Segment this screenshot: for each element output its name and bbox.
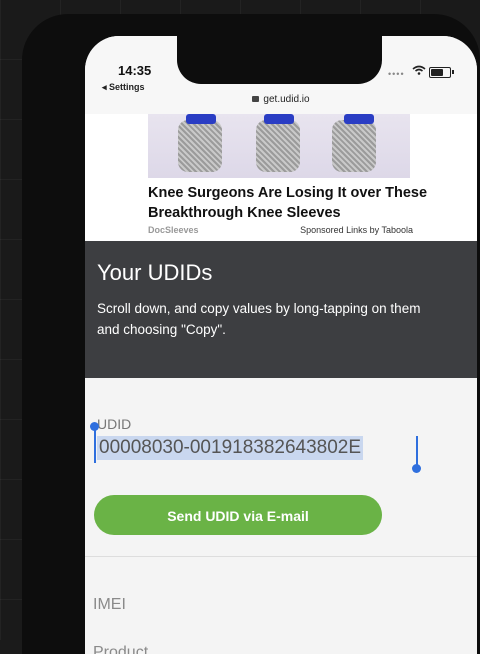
notch — [177, 36, 382, 84]
phone-frame: 14:35 ◂ Settings •••• get.udid.io Knee S… — [22, 14, 480, 654]
product-label: Product — [93, 644, 149, 654]
back-to-settings-link[interactable]: ◂ Settings — [102, 82, 145, 93]
udid-details-panel: UDID 00008030-001918382643802E Send UDID… — [85, 378, 477, 654]
udid-label: UDID — [97, 416, 132, 432]
ad-sponsor-link[interactable]: Sponsored Links by Taboola — [300, 225, 413, 235]
browser-screen: 14:35 ◂ Settings •••• get.udid.io Knee S… — [85, 36, 477, 654]
url-text: get.udid.io — [263, 94, 310, 105]
udids-header-section: Your UDIDs Scroll down, and copy values … — [85, 241, 477, 378]
selection-start-line — [94, 428, 96, 463]
selection-end-handle[interactable] — [412, 464, 421, 473]
imei-label: IMEI — [93, 596, 126, 613]
wifi-icon — [412, 65, 426, 75]
page-title: Your UDIDs — [97, 260, 213, 285]
ad-title[interactable]: Knee Surgeons Are Losing It over These B… — [148, 183, 438, 223]
status-time: 14:35 — [118, 63, 152, 78]
ad-image[interactable] — [148, 114, 410, 178]
lock-icon — [252, 96, 260, 102]
udid-value[interactable]: 00008030-001918382643802E — [97, 436, 364, 460]
address-bar[interactable]: get.udid.io — [85, 94, 477, 105]
divider — [85, 556, 477, 557]
signal-dots-icon: •••• — [388, 69, 405, 79]
ad-banner[interactable]: Knee Surgeons Are Losing It over These B… — [85, 114, 477, 241]
send-udid-email-button[interactable]: Send UDID via E-mail — [94, 495, 382, 535]
page-description: Scroll down, and copy values by long-tap… — [97, 301, 421, 337]
ad-brand[interactable]: DocSleeves — [148, 225, 199, 235]
selection-end-line — [416, 436, 418, 466]
status-bar: 14:35 ◂ Settings •••• get.udid.io — [85, 36, 477, 114]
battery-icon — [429, 67, 454, 78]
